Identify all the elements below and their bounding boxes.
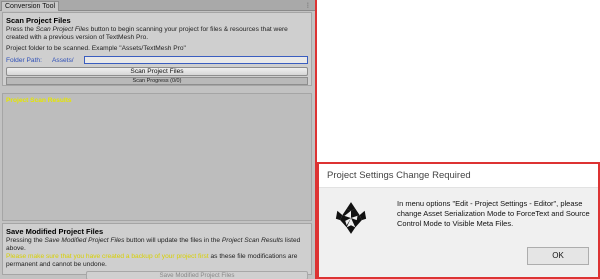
menu-dots-icon[interactable]: ⋮	[305, 2, 311, 9]
save-description: Pressing the Save Modified Project Files…	[6, 237, 308, 253]
dialog-title: Project Settings Change Required	[319, 164, 598, 188]
scan-desc-prefix: Press the	[6, 26, 36, 33]
save-modified-files-button[interactable]: Save Modified Project Files	[86, 271, 308, 279]
save-warning-suffix: as these file modifications are	[208, 253, 298, 260]
folder-path-label: Folder Path:	[6, 56, 42, 64]
scan-progress-bar: Scan Progress (0/0)	[6, 77, 308, 85]
scan-section: Scan Project Files Press the Scan Projec…	[2, 12, 312, 86]
save-warning: Please make sure that you have created a…	[6, 253, 308, 261]
dialog-body: In menu options "Edit - Project Settings…	[319, 188, 598, 277]
save-desc-mid: button will update the files in the	[124, 237, 222, 244]
save-warning-line3: permanent and cannot be undone.	[6, 261, 107, 268]
folder-path-prefix: Assets/	[52, 56, 74, 64]
scan-results-panel[interactable]: Project Scan Results	[2, 93, 312, 221]
folder-path-input[interactable]	[84, 56, 308, 64]
scan-heading: Scan Project Files	[6, 16, 71, 25]
tab-bar: Conversion Tool ⋮	[0, 0, 315, 11]
folder-hint: Project folder to be scanned. Example "A…	[6, 45, 186, 52]
save-section: Save Modified Project Files Pressing the…	[2, 223, 312, 279]
dialog-message: In menu options "Edit - Project Settings…	[397, 199, 590, 228]
project-settings-dialog: Project Settings Change Required In menu…	[317, 162, 600, 279]
save-desc-prefix: Pressing the	[6, 237, 45, 244]
scan-project-files-button[interactable]: Scan Project Files	[6, 67, 308, 76]
tab-conversion-tool[interactable]: Conversion Tool	[1, 1, 59, 11]
save-desc-italic2: Project Scan Results	[221, 237, 284, 244]
scan-desc-italic: Scan Project Files	[35, 26, 89, 33]
save-desc-italic: Save Modified Project Files	[44, 237, 125, 244]
scan-description: Press the Scan Project Files button to b…	[6, 26, 308, 42]
folder-path-row: Folder Path: Assets/	[6, 55, 308, 65]
ok-button[interactable]: OK	[527, 247, 589, 265]
unity-logo-icon	[335, 202, 367, 234]
conversion-tool-window: Conversion Tool ⋮ Scan Project Files Pre…	[0, 0, 317, 279]
save-heading: Save Modified Project Files	[6, 227, 104, 236]
scan-results-title: Project Scan Results	[6, 97, 72, 104]
backup-warning-highlight: Please make sure that you have created a…	[6, 253, 209, 260]
